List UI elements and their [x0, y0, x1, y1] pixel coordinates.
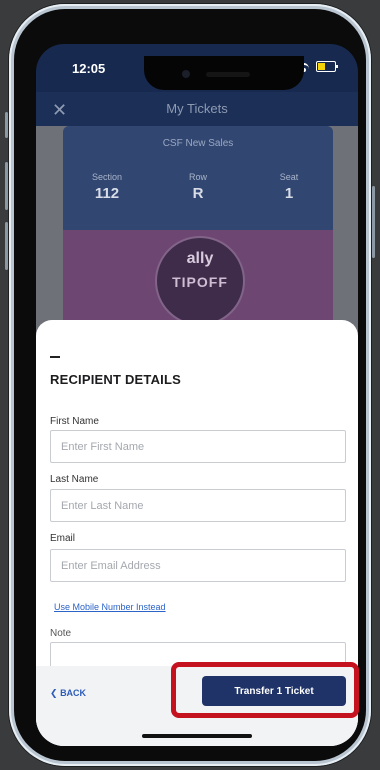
ticket-event-name: CSF New Sales [162, 138, 234, 149]
ticket-artwork: ally TIPOFF [63, 230, 333, 326]
event-logo-tipoff: TIPOFF [172, 274, 228, 290]
note-label: Note [50, 628, 72, 639]
chevron-left-icon: ❮ [50, 688, 58, 698]
seat-info-value: R [192, 185, 204, 202]
seat-info-label: Row [188, 172, 207, 182]
event-logo: ally TIPOFF [155, 236, 245, 326]
first-name-input[interactable] [50, 430, 346, 463]
use-mobile-number-link[interactable]: Use Mobile Number Instead [54, 602, 166, 612]
ticket-card: CSF New Sales Section 112 Row R Seat 1 a… [63, 126, 333, 326]
last-name-input[interactable] [50, 489, 346, 522]
page-title: My Tickets [166, 101, 228, 116]
silent-switch [5, 112, 8, 138]
seat-info-value: 1 [284, 185, 294, 202]
notch [144, 56, 304, 90]
email-label: Email [50, 533, 76, 544]
sheet-drag-handle[interactable] [50, 356, 60, 358]
email-input[interactable] [50, 549, 346, 582]
volume-up-button [5, 162, 8, 210]
power-button [372, 186, 375, 258]
phone-screen: 12:05 ✕ My Tickets CSF New Sales Section… [36, 44, 358, 746]
volume-down-button [5, 222, 8, 270]
battery-icon [316, 61, 338, 72]
seat-info-value: 112 [94, 185, 120, 202]
top-navigation-bar: ✕ My Tickets [36, 92, 358, 126]
status-time: 12:05 [72, 61, 106, 76]
seat-info-label: Section [91, 172, 123, 182]
seat-info-seat: Seat 1 [259, 172, 319, 202]
back-button[interactable]: ❮ BACK [50, 688, 86, 699]
highlight-annotation [171, 662, 359, 718]
speaker-grille [206, 72, 250, 77]
back-button-label: BACK [60, 688, 87, 698]
camera-icon [182, 70, 190, 78]
sheet-title: RECIPIENT DETAILS [50, 372, 182, 387]
first-name-label: First Name [50, 416, 99, 427]
event-logo-ally: ally [186, 250, 214, 267]
home-indicator [142, 734, 252, 738]
seat-info-label: Seat [279, 172, 299, 182]
seat-info-section: Section 112 [77, 172, 137, 202]
seat-info-row: Row R [168, 172, 228, 202]
last-name-label: Last Name [50, 474, 99, 485]
